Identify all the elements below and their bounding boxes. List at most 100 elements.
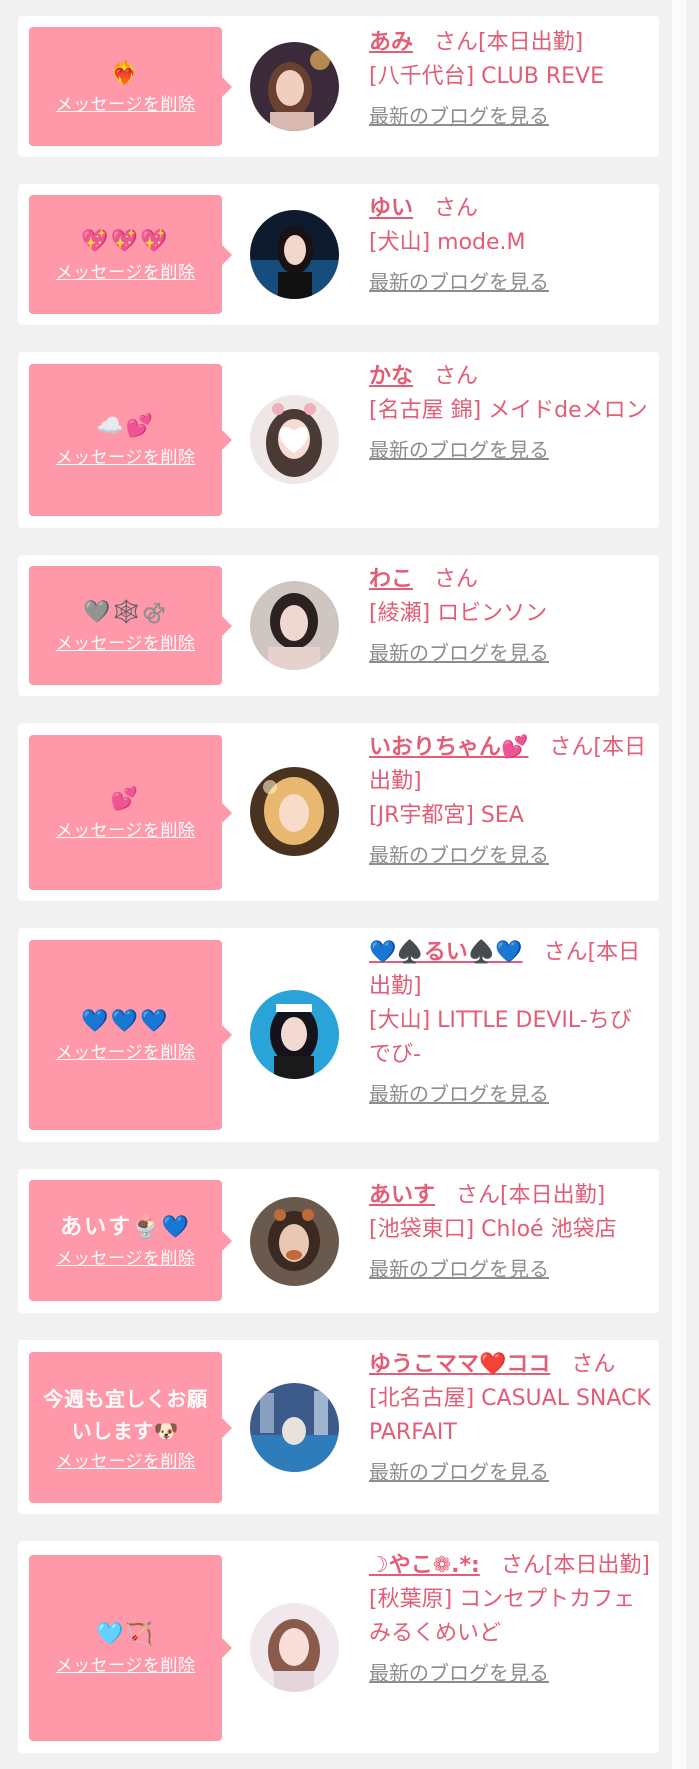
message-bubble: 今週も宜しくお願いします🐶 メッセージを削除: [29, 1352, 232, 1503]
avatar-photo-icon: [250, 767, 339, 856]
message-card: あいす🍨💙 メッセージを削除 あいす さん[本日出勤] [池袋東口] Chloé…: [18, 1169, 659, 1313]
cast-name-link[interactable]: あみ: [369, 30, 413, 55]
avatar[interactable]: [250, 581, 339, 670]
avatar-photo-icon: [250, 210, 339, 299]
avatar[interactable]: [250, 1197, 339, 1286]
avatar-photo-icon: [250, 395, 339, 484]
delete-message-link[interactable]: メッセージを削除: [56, 1655, 196, 1677]
on-duty-label: [本日出勤]: [544, 1553, 651, 1578]
latest-blog-link[interactable]: 最新のブログを見る: [369, 1077, 549, 1111]
message-text: 💖💖💖: [81, 228, 170, 254]
delete-message-link[interactable]: メッセージを削除: [56, 1451, 196, 1473]
shop-label: [秋葉原] コンセプトカフェ みるくめいど: [369, 1587, 636, 1646]
cast-name-link[interactable]: わこ: [369, 567, 413, 592]
message-bubble: 🩵🏹 メッセージを削除: [29, 1555, 232, 1741]
delete-message-link[interactable]: メッセージを削除: [56, 262, 196, 284]
latest-blog-link[interactable]: 最新のブログを見る: [369, 433, 549, 467]
latest-blog-link[interactable]: 最新のブログを見る: [369, 1656, 549, 1690]
cast-info: ゆうこママ❤️ココ さん [北名古屋] CASUAL SNACK PARFAIT…: [369, 1348, 651, 1490]
message-list: ❤‍🔥 メッセージを削除 あみ さん[本日出勤] [八千代台] CLUB REV…: [0, 0, 699, 1769]
cast-name-link[interactable]: いおりちゃん💕: [369, 735, 528, 760]
message-card: ☁️💕 メッセージを削除 かな さん [名古屋 錦] メイドdeメロン 最新のブ…: [18, 352, 659, 528]
latest-blog-link[interactable]: 最新のブログを見る: [369, 636, 549, 670]
delete-message-link[interactable]: メッセージを削除: [56, 820, 196, 842]
san-label: さん[本日出勤]: [456, 1183, 606, 1208]
message-card: ❤‍🔥 メッセージを削除 あみ さん[本日出勤] [八千代台] CLUB REV…: [18, 16, 659, 157]
avatar-photo-icon: [250, 1197, 339, 1286]
on-duty-label: [本日出勤]: [500, 1183, 606, 1208]
delete-message-link[interactable]: メッセージを削除: [56, 633, 196, 655]
message-text: 💕: [110, 786, 141, 812]
avatar[interactable]: [250, 395, 339, 484]
message-bubble: ❤‍🔥 メッセージを削除: [29, 27, 232, 146]
message-card: 💙💙💙 メッセージを削除 💙♠️るい♠️💙 さん[本日出勤] [大山] LITT…: [18, 928, 659, 1142]
message-card: 今週も宜しくお願いします🐶 メッセージを削除 ゆうこママ❤️ココ さん [北名古…: [18, 1340, 659, 1514]
cast-name-link[interactable]: 💙♠️るい♠️💙: [369, 940, 523, 965]
san-label: さん[本日出勤]: [434, 30, 584, 55]
cast-info: ゆい さん [犬山] mode.M 最新のブログを見る: [369, 192, 651, 300]
latest-blog-link[interactable]: 最新のブログを見る: [369, 838, 549, 872]
message-bubble: あいす🍨💙 メッセージを削除: [29, 1180, 232, 1301]
san-label: さん: [434, 196, 479, 221]
on-duty-label: [本日出勤]: [478, 30, 584, 55]
avatar[interactable]: [250, 1603, 339, 1692]
message-bubble: 💕 メッセージを削除: [29, 735, 232, 890]
san-label: さん: [434, 567, 479, 592]
message-bubble: ☁️💕 メッセージを削除: [29, 364, 232, 516]
cast-name-link[interactable]: ☽やこ❁.*:: [369, 1553, 480, 1578]
avatar-photo-icon: [250, 990, 339, 1079]
avatar-photo-icon: [250, 581, 339, 670]
avatar[interactable]: [250, 1383, 339, 1472]
delete-message-link[interactable]: メッセージを削除: [56, 447, 196, 469]
shop-label: [犬山] mode.M: [369, 230, 526, 255]
cast-name-link[interactable]: ゆうこママ❤️ココ: [369, 1352, 550, 1377]
latest-blog-link[interactable]: 最新のブログを見る: [369, 99, 549, 133]
message-card: 💖💖💖 メッセージを削除 ゆい さん [犬山] mode.M 最新のブログを見る: [18, 184, 659, 325]
shop-label: [八千代台] CLUB REVE: [369, 64, 605, 89]
message-text: ☁️💕: [96, 414, 155, 439]
scrollbar-track[interactable]: [672, 0, 686, 1769]
cast-info: あみ さん[本日出勤] [八千代台] CLUB REVE 最新のブログを見る: [369, 26, 651, 134]
message-text: 今週も宜しくお願いします🐶: [43, 1386, 208, 1443]
message-text: 🩵🏹: [96, 1622, 155, 1647]
message-text: あいす🍨💙: [60, 1214, 191, 1240]
cast-info: ☽やこ❁.*: さん[本日出勤] [秋葉原] コンセプトカフェ みるくめいど 最…: [369, 1549, 651, 1691]
shop-label: [北名古屋] CASUAL SNACK PARFAIT: [369, 1386, 651, 1445]
cast-name-link[interactable]: あいす: [369, 1183, 435, 1208]
avatar[interactable]: [250, 767, 339, 856]
cast-info: いおりちゃん💕 さん[本日出勤] [JR宇都宮] SEA 最新のブログを見る: [369, 731, 651, 873]
san-label: さん: [434, 364, 479, 389]
shop-label: [名古屋 錦] メイドdeメロン: [369, 398, 648, 423]
message-card: 🩵🏹 メッセージを削除 ☽やこ❁.*: さん[本日出勤] [秋葉原] コンセプト…: [18, 1541, 659, 1753]
cast-info: あいす さん[本日出勤] [池袋東口] Chloé 池袋店 最新のブログを見る: [369, 1179, 651, 1287]
avatar[interactable]: [250, 210, 339, 299]
message-bubble: 💙💙💙 メッセージを削除: [29, 940, 232, 1130]
cast-info: かな さん [名古屋 錦] メイドdeメロン 最新のブログを見る: [369, 360, 651, 468]
message-bubble: 🩶🕸️⚣ メッセージを削除: [29, 566, 232, 685]
latest-blog-link[interactable]: 最新のブログを見る: [369, 265, 549, 299]
message-card: 🩶🕸️⚣ メッセージを削除 わこ さん [綾瀬] ロビンソン 最新のブログを見る: [18, 555, 659, 696]
latest-blog-link[interactable]: 最新のブログを見る: [369, 1455, 549, 1489]
message-text: 🩶🕸️⚣: [83, 599, 168, 625]
avatar-photo-icon: [250, 1603, 339, 1692]
avatar-photo-icon: [250, 42, 339, 131]
cast-name-link[interactable]: かな: [369, 364, 413, 389]
delete-message-link[interactable]: メッセージを削除: [56, 1042, 196, 1064]
delete-message-link[interactable]: メッセージを削除: [56, 94, 196, 116]
cast-info: 💙♠️るい♠️💙 さん[本日出勤] [大山] LITTLE DEVIL-ちびでび…: [369, 936, 651, 1112]
san-label: さん[本日出勤]: [500, 1553, 651, 1578]
avatar[interactable]: [250, 990, 339, 1079]
message-text: 💙💙💙: [81, 1009, 170, 1034]
shop-label: [JR宇都宮] SEA: [369, 803, 524, 828]
avatar[interactable]: [250, 42, 339, 131]
san-label: さん: [571, 1352, 616, 1377]
latest-blog-link[interactable]: 最新のブログを見る: [369, 1252, 549, 1286]
cast-name-link[interactable]: ゆい: [369, 196, 413, 221]
avatar-photo-icon: [250, 1383, 339, 1472]
message-bubble: 💖💖💖 メッセージを削除: [29, 195, 232, 314]
cast-info: わこ さん [綾瀬] ロビンソン 最新のブログを見る: [369, 563, 651, 671]
delete-message-link[interactable]: メッセージを削除: [56, 1248, 196, 1270]
shop-label: [綾瀬] ロビンソン: [369, 601, 548, 626]
shop-label: [池袋東口] Chloé 池袋店: [369, 1217, 617, 1242]
message-text: ❤‍🔥: [110, 60, 141, 86]
